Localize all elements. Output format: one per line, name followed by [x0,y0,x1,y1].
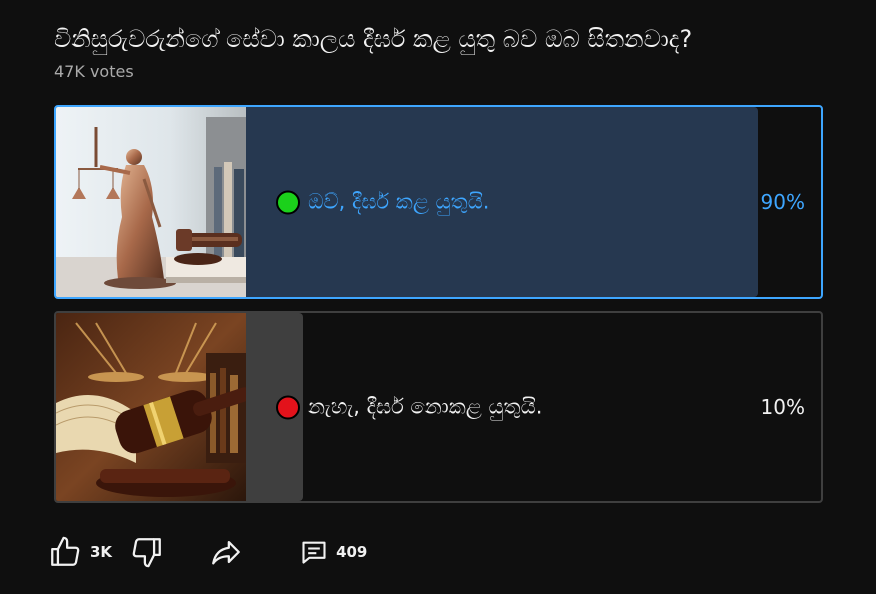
like-button[interactable]: 3K [48,535,112,569]
option-label-row: ඔව්, දීර්ඝ කළ යුතුයි. [276,190,489,215]
option-label: ඔව්, දීර්ඝ කළ යුතුයි. [308,189,490,214]
option-percentage: 90% [760,190,805,214]
vote-count: 47K votes [54,62,134,81]
poll-option-yes[interactable]: ඔව්, දීර්ඝ කළ යුතුයි. 90% [54,105,823,299]
thumbs-down-icon [132,538,161,568]
option-image-lady-justice [56,107,246,297]
option-label-row: නැහැ, දීර්ඝ නොකළ යුතුයි. [276,395,542,420]
option-percentage: 10% [760,395,805,419]
like-count: 3K [90,543,113,561]
green-circle-icon [276,190,300,214]
poll-option-no[interactable]: නැහැ, දීර්ඝ නොකළ යුතුයි. 10% [54,311,823,503]
share-icon [212,540,240,565]
comment-count: 409 [336,543,368,561]
comment-icon [302,541,326,564]
dislike-button[interactable] [130,535,164,569]
thumbs-up-icon [51,536,80,566]
comment-button[interactable]: 409 [300,538,367,566]
action-bar: 3K 409 [48,532,367,572]
poll-question: විනිසුරුවරුන්ගේ සේවා කාලය දීර්ඝ කළ යුතු … [54,25,693,53]
red-circle-icon [276,395,300,419]
share-button[interactable] [208,535,244,569]
option-image-gavel-scales [56,313,246,501]
option-label: නැහැ, දීර්ඝ නොකළ යුතුයි. [308,394,543,419]
